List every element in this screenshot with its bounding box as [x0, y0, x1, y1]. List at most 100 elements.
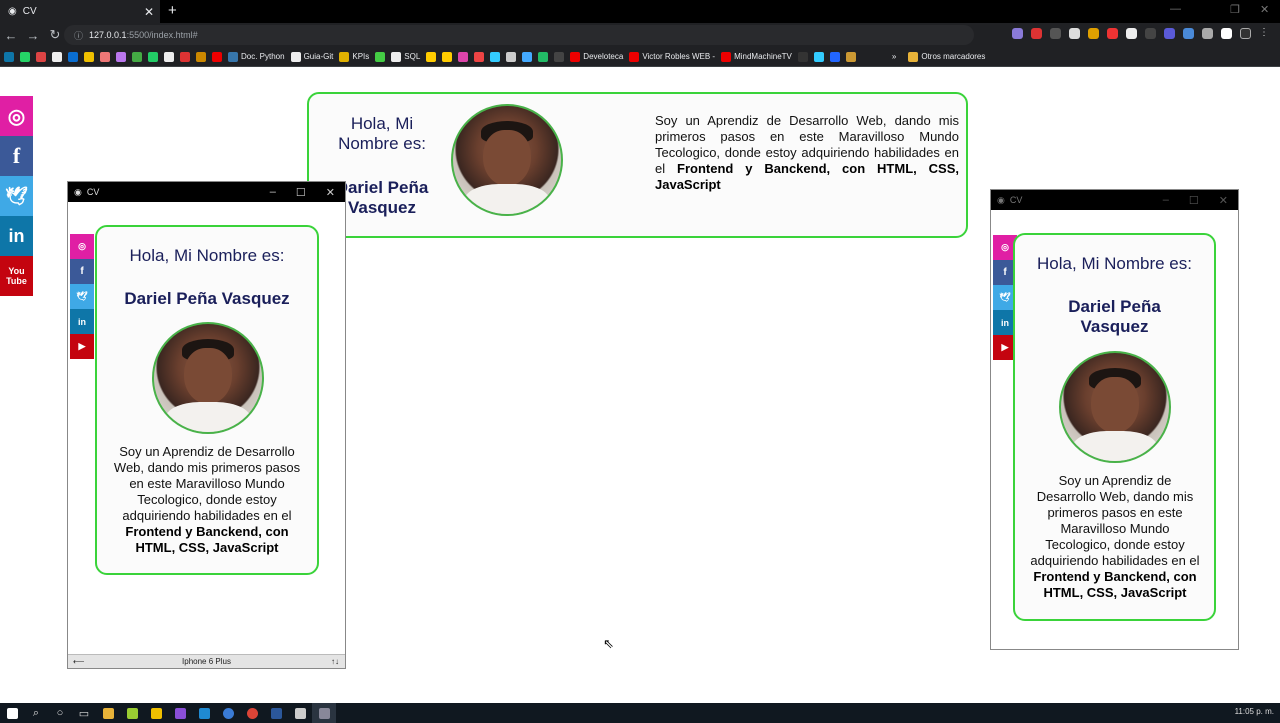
profile-avatar[interactable]	[1240, 28, 1251, 39]
maximize-icon[interactable]: ☐	[296, 186, 306, 199]
extension-icon[interactable]	[1088, 28, 1099, 39]
greeting-heading: Hola, Mi Nombre es:	[1037, 254, 1192, 273]
device-window-titlebar: ◉ CV – ☐ ✕	[991, 190, 1238, 210]
mouse-cursor-icon: ⇖	[603, 636, 614, 651]
device-preview-window: ◉ CV – ☐ ✕ ◎ f 🕊 in ▶ Hola, Mi Nombre es: …	[990, 189, 1239, 650]
bookmark-icon[interactable]	[164, 51, 174, 62]
bookmark-icon[interactable]	[797, 51, 808, 62]
youtube-icon[interactable]: You Tube	[0, 256, 33, 296]
facebook-icon[interactable]: f	[0, 136, 33, 176]
vscode-icon[interactable]	[192, 703, 216, 723]
bookmark-icon[interactable]	[474, 51, 485, 62]
rotate-icon[interactable]: ↑↓	[331, 657, 339, 666]
puzzle-icon[interactable]	[1202, 28, 1213, 39]
minimize-icon[interactable]: –	[270, 186, 276, 199]
bookmark-icon[interactable]	[36, 51, 46, 62]
bookmark-victor-robles[interactable]: Victor Robles WEB -	[629, 51, 715, 62]
extension-icon[interactable]	[1126, 28, 1137, 39]
close-window-icon[interactable]: ✕	[1260, 3, 1269, 16]
twitter-icon[interactable]: 🕊	[0, 176, 33, 216]
bookmark-icon[interactable]	[458, 51, 469, 62]
minimize-icon[interactable]: –	[1163, 194, 1169, 207]
taskbar-app-icon[interactable]	[288, 703, 312, 723]
word-icon[interactable]	[264, 703, 288, 723]
globe-icon: ◉	[997, 194, 1005, 205]
bookmark-icon[interactable]	[845, 51, 856, 62]
forward-icon[interactable]: →	[22, 28, 44, 43]
bookmark-icon[interactable]	[4, 51, 14, 62]
bookmark-icon[interactable]	[538, 51, 549, 62]
file-explorer-icon[interactable]	[96, 703, 120, 723]
taskbar-app-icon[interactable]	[144, 703, 168, 723]
other-bookmarks-folder[interactable]: Otros marcadores	[908, 51, 985, 62]
bookmark-sql[interactable]: SQL	[391, 51, 420, 62]
bookmark-icon[interactable]	[20, 51, 30, 62]
bookmarks-overflow-icon[interactable]: »	[892, 52, 896, 61]
linkedin-icon[interactable]: in	[70, 309, 94, 334]
windows-start-icon[interactable]	[0, 703, 24, 723]
extension-icon[interactable]	[1050, 28, 1061, 39]
bookmark-icon[interactable]	[506, 51, 517, 62]
close-tab-icon[interactable]: ✕	[144, 5, 154, 19]
bookmark-icon[interactable]	[148, 51, 158, 62]
bookmark-guia-git[interactable]: Guia-Git	[290, 51, 333, 62]
url-field[interactable]: ⓘ 127.0.0.1:5500/index.html#	[64, 25, 974, 45]
close-icon[interactable]: ✕	[326, 186, 335, 199]
taskbar-app-icon[interactable]	[120, 703, 144, 723]
bookmark-icon[interactable]	[68, 51, 78, 62]
new-tab-button[interactable]: +	[168, 2, 177, 19]
chrome-icon[interactable]	[240, 703, 264, 723]
extension-icon[interactable]	[1183, 28, 1194, 39]
bookmark-icon[interactable]	[490, 51, 501, 62]
minimize-icon[interactable]: —	[1170, 3, 1181, 15]
bookmark-icon[interactable]	[100, 51, 110, 62]
extension-icon[interactable]	[1107, 28, 1118, 39]
close-icon[interactable]: ✕	[1219, 194, 1228, 207]
bookmark-icon[interactable]	[829, 51, 840, 62]
bookmark-develoteca[interactable]: Develoteca	[570, 51, 623, 62]
bookmark-mindmachinetv[interactable]: MindMachineTV	[721, 51, 792, 62]
taskbar-app-icon[interactable]	[216, 703, 240, 723]
bookmark-icon[interactable]	[813, 51, 824, 62]
maximize-icon[interactable]: ❐	[1230, 3, 1240, 16]
bookmark-icon[interactable]	[522, 51, 533, 62]
bookmark-icon[interactable]	[426, 51, 437, 62]
instagram-icon[interactable]: ◎	[0, 96, 33, 136]
instagram-icon[interactable]: ◎	[70, 234, 94, 259]
sidebar-icon[interactable]	[1221, 28, 1232, 39]
visual-studio-icon[interactable]	[168, 703, 192, 723]
browser-tab[interactable]: ◉ CV ✕	[0, 0, 160, 23]
bookmark-icon[interactable]	[196, 51, 206, 62]
linkedin-icon[interactable]: in	[0, 216, 33, 256]
reload-icon[interactable]: ↻	[44, 27, 66, 43]
system-clock[interactable]: 11:05 p. m.	[1235, 707, 1274, 716]
extension-icon[interactable]	[1145, 28, 1156, 39]
task-view-icon[interactable]: ▭	[72, 703, 96, 723]
extension-icon[interactable]	[1164, 28, 1175, 39]
bookmark-kpis[interactable]: KPIs	[339, 51, 369, 62]
taskbar-app-icon[interactable]	[312, 703, 336, 723]
bookmark-icon[interactable]	[375, 51, 386, 62]
bookmark-icon[interactable]	[52, 51, 62, 62]
bookmark-icon[interactable]	[442, 51, 453, 62]
facebook-icon[interactable]: f	[70, 259, 94, 284]
bookmark-doc-python[interactable]: Doc. Python	[228, 51, 285, 62]
bookmark-icon[interactable]	[180, 51, 190, 62]
bookmark-icon[interactable]	[116, 51, 126, 62]
twitter-icon[interactable]: 🕊	[70, 284, 94, 309]
back-arrow-icon[interactable]: ⟵	[73, 657, 84, 666]
menu-icon[interactable]: ⋮	[1259, 28, 1270, 39]
search-icon[interactable]: ⌕	[24, 703, 48, 723]
bookmark-icon[interactable]	[84, 51, 94, 62]
cortana-icon[interactable]: ○	[48, 703, 72, 723]
extension-icon[interactable]	[1069, 28, 1080, 39]
windows-taskbar: ⌕ ○ ▭ 11:05 p. m.	[0, 703, 1280, 723]
bookmark-icon[interactable]	[132, 51, 142, 62]
maximize-icon[interactable]: ☐	[1189, 194, 1199, 207]
extension-icon[interactable]	[1031, 28, 1042, 39]
extension-icon[interactable]	[1012, 28, 1023, 39]
back-icon[interactable]: ←	[0, 28, 22, 43]
youtube-icon[interactable]: ▶	[70, 334, 94, 359]
bookmark-youtube-icon[interactable]	[212, 51, 222, 62]
bookmark-icon[interactable]	[554, 51, 565, 62]
